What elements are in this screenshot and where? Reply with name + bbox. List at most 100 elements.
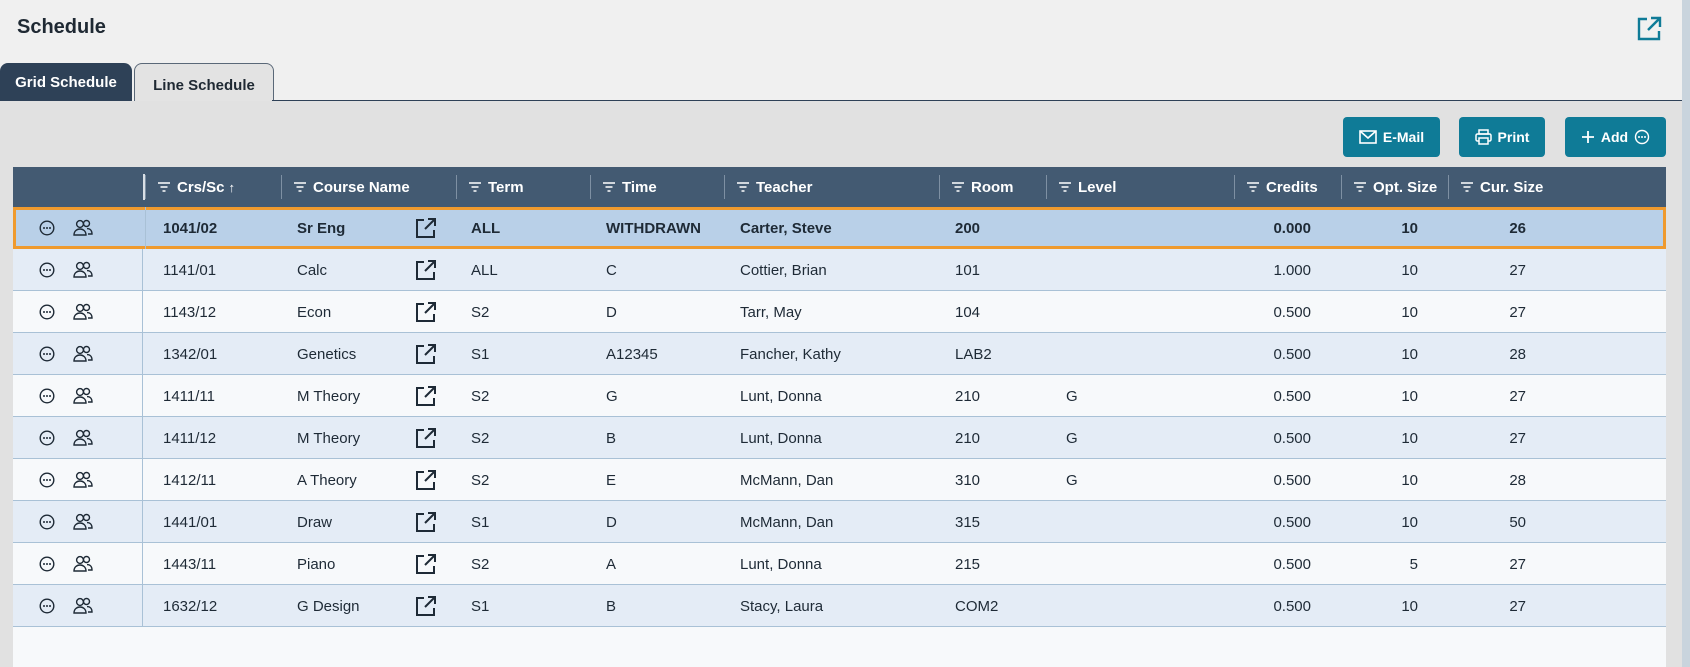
filter-icon[interactable] [1059, 182, 1071, 192]
column-separator[interactable] [456, 175, 457, 199]
tab-grid-schedule[interactable]: Grid Schedule [0, 63, 132, 101]
open-course-icon[interactable] [415, 217, 437, 239]
row-actions-icon[interactable] [39, 514, 55, 530]
email-button[interactable]: E-Mail [1343, 117, 1440, 157]
tab-line-schedule[interactable]: Line Schedule [134, 63, 274, 102]
column-separator[interactable] [590, 175, 591, 199]
students-icon[interactable] [73, 597, 93, 614]
cell-opt-size: 10 [1401, 261, 1418, 279]
table-row[interactable]: 1443/11 Piano S2 A Lunt, Donna 215 0.500 5 27 [13, 543, 1666, 585]
column-separator[interactable] [1046, 175, 1047, 199]
cell-cur-size: 28 [1509, 345, 1526, 363]
column-header-room[interactable]: Room [939, 167, 1046, 207]
print-button[interactable]: Print [1459, 117, 1545, 157]
cell-teacher: Tarr, May [740, 303, 802, 321]
row-actions-icon[interactable] [39, 556, 55, 572]
email-button-label: E-Mail [1382, 129, 1425, 145]
open-course-icon[interactable] [415, 469, 437, 491]
row-actions-icon[interactable] [39, 346, 55, 362]
column-separator[interactable] [724, 175, 725, 199]
column-separator[interactable] [145, 175, 146, 199]
column-separator[interactable] [1234, 175, 1235, 199]
cell-time: C [606, 261, 617, 279]
students-icon[interactable] [73, 345, 93, 362]
students-icon[interactable] [73, 429, 93, 446]
open-course-icon[interactable] [415, 595, 437, 617]
page-title: Schedule [17, 16, 106, 38]
filter-icon[interactable] [1247, 182, 1259, 192]
students-icon[interactable] [73, 303, 93, 320]
cell-term: S2 [471, 471, 490, 489]
open-in-new-window-icon[interactable] [1635, 15, 1663, 43]
cell-room: 310 [955, 471, 981, 489]
column-header-time[interactable]: Time [590, 167, 724, 207]
cell-crs-sc: 1411/11 [163, 387, 215, 405]
filter-icon[interactable] [158, 182, 170, 192]
filter-icon[interactable] [294, 182, 306, 192]
students-icon[interactable] [73, 471, 93, 488]
cell-crs-sc: 1411/12 [163, 429, 217, 447]
filter-icon[interactable] [603, 182, 615, 192]
table-row[interactable]: 1412/11 A Theory S2 E McMann, Dan 310 G 0.500 10… [13, 459, 1666, 501]
table-row[interactable]: 1441/01 Draw S1 D McMann, Dan 315 0.500 10 50 [13, 501, 1666, 543]
open-course-icon[interactable] [415, 385, 437, 407]
cell-term: S1 [471, 345, 490, 363]
column-separator[interactable] [939, 175, 940, 199]
column-separator[interactable] [281, 175, 282, 199]
column-separator[interactable] [1448, 175, 1449, 199]
open-course-icon[interactable] [415, 301, 437, 323]
filter-icon[interactable] [1354, 182, 1366, 192]
cell-credits: 0.500 [1273, 429, 1311, 447]
filter-icon[interactable] [952, 182, 964, 192]
row-actions-icon[interactable] [39, 598, 55, 614]
table-row[interactable]: 1411/12 M Theory S2 B Lunt, Donna 210 G 0.500 10… [13, 417, 1666, 459]
plus-icon [1581, 131, 1594, 143]
row-actions-icon[interactable] [39, 304, 55, 320]
open-course-icon[interactable] [415, 259, 437, 281]
open-course-icon[interactable] [415, 511, 437, 533]
more-options-icon [1634, 129, 1650, 145]
column-header-credits[interactable]: Credits [1234, 167, 1341, 207]
students-icon[interactable] [73, 261, 93, 278]
table-row[interactable]: 1342/01 Genetics S1 A12345 Fancher, Kathy LAB… [13, 333, 1666, 375]
students-icon[interactable] [73, 555, 93, 572]
column-header-opt-size[interactable]: Opt. Size [1341, 167, 1448, 207]
column-header-crs-sc[interactable]: Crs/Sc ↑ [145, 167, 281, 207]
column-header-level[interactable]: Level [1046, 167, 1234, 207]
row-actions-icon[interactable] [39, 220, 55, 236]
table-row[interactable]: 1632/12 G Design S1 B Stacy, Laura COM2 0.500 1… [13, 585, 1666, 627]
row-actions-icon[interactable] [39, 262, 55, 278]
row-divider [142, 291, 143, 332]
vertical-scrollbar[interactable] [1682, 0, 1690, 667]
row-actions-icon[interactable] [39, 472, 55, 488]
cell-teacher: Stacy, Laura [740, 597, 824, 615]
column-header-label: Level [1078, 178, 1117, 196]
row-actions-icon[interactable] [39, 430, 55, 446]
table-row[interactable]: 1143/12 Econ S2 D Tarr, May 104 0.500 10 27 [13, 291, 1666, 333]
open-course-icon[interactable] [415, 343, 437, 365]
table-row[interactable]: 1141/01 Calc ALL C Cottier, Brian 101 1.000 10 2… [13, 249, 1666, 291]
row-actions-icon[interactable] [39, 388, 55, 404]
students-icon[interactable] [73, 387, 93, 404]
column-header-label: Course Name [313, 178, 410, 196]
filter-icon[interactable] [469, 182, 481, 192]
open-course-icon[interactable] [415, 427, 437, 449]
add-button[interactable]: Add [1565, 117, 1666, 157]
column-header-term[interactable]: Term [456, 167, 590, 207]
students-icon[interactable] [73, 219, 93, 236]
cell-teacher: McMann, Dan [740, 513, 834, 531]
column-header-teacher[interactable]: Teacher [724, 167, 939, 207]
print-button-label: Print [1497, 129, 1530, 145]
table-row-selected[interactable]: 1041/02 Sr Eng ALL WITHDRAWN Carter, Steve 20… [13, 207, 1666, 249]
filter-icon[interactable] [737, 182, 749, 192]
column-header-cur-size[interactable]: Cur. Size [1448, 167, 1558, 207]
open-course-icon[interactable] [415, 553, 437, 575]
filter-icon[interactable] [1461, 182, 1473, 192]
students-icon[interactable] [73, 513, 93, 530]
column-header-course-name[interactable]: Course Name [281, 167, 456, 207]
cell-crs-sc: 1632/12 [163, 597, 218, 615]
cell-course-name: Draw [297, 513, 333, 531]
column-separator[interactable] [1341, 175, 1342, 199]
table-row[interactable]: 1411/11 M Theory S2 G Lunt, Donna 210 G 0.500 10… [13, 375, 1666, 417]
cell-cur-size: 27 [1509, 597, 1526, 615]
